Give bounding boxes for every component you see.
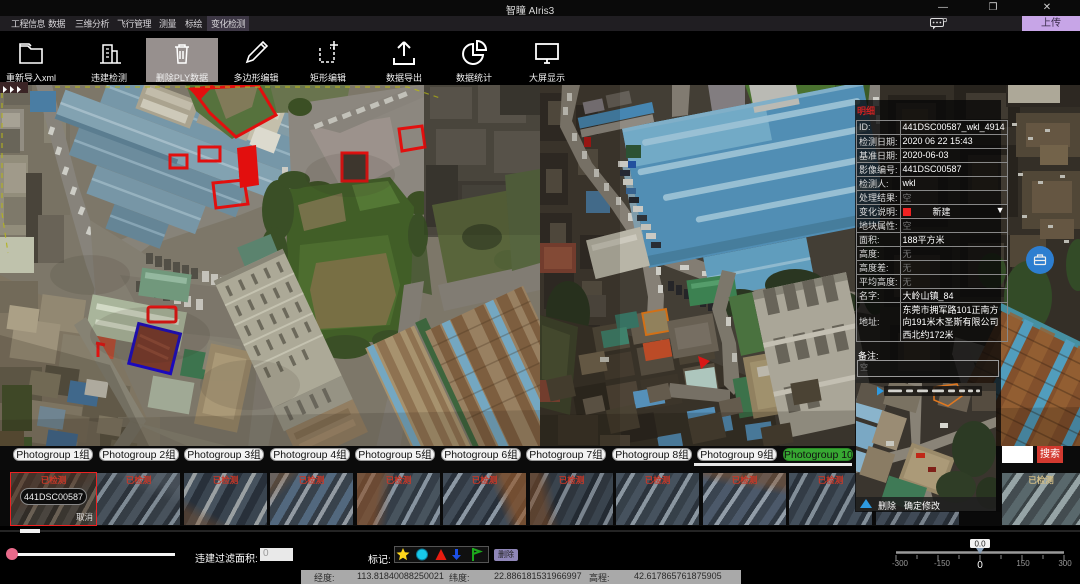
svg-text:-300: -300 (892, 559, 909, 568)
svg-text:300: 300 (1058, 559, 1072, 568)
svg-text:-150: -150 (934, 559, 951, 568)
svg-text:0.0: 0.0 (974, 540, 986, 549)
svg-text:150: 150 (1016, 559, 1030, 568)
svg-text:0: 0 (977, 560, 983, 571)
